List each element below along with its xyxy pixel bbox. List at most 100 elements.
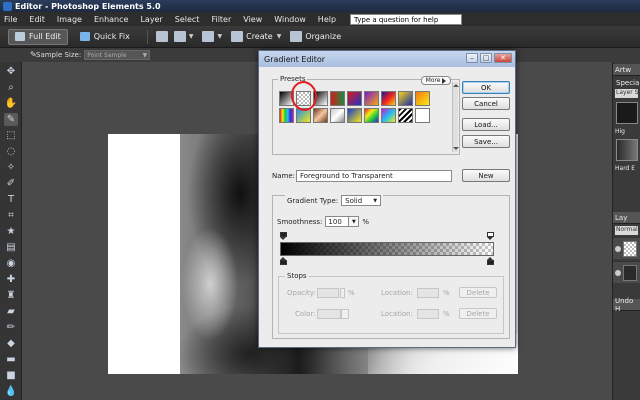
clone-stamp-tool-icon[interactable]: ♜ — [4, 289, 18, 302]
layer-row[interactable] — [613, 261, 640, 283]
organize-bin-icon[interactable] — [202, 31, 215, 42]
chevron-down-icon[interactable]: ▼ — [217, 33, 222, 40]
shape-tool-icon[interactable]: ■ — [4, 369, 18, 382]
layer-thumbnail — [623, 264, 637, 281]
create-button[interactable]: Create — [246, 32, 273, 41]
visibility-eye-icon[interactable] — [615, 245, 621, 252]
red-eye-tool-icon[interactable]: ◉ — [4, 257, 18, 270]
layer-styles-select[interactable]: Layer Styles — [615, 89, 638, 98]
dialog-titlebar[interactable]: Gradient Editor – □ ✕ — [259, 51, 515, 67]
close-icon[interactable]: ✕ — [494, 53, 512, 63]
maximize-icon[interactable]: □ — [480, 53, 492, 63]
zoom-tool-icon[interactable]: ⌕ — [4, 81, 18, 94]
blend-mode-select[interactable]: Normal — [615, 226, 638, 235]
crop-tool-icon[interactable]: ⌗ — [4, 209, 18, 222]
eyedropper-icon: ✎ — [30, 50, 37, 59]
quick-fix-button[interactable]: Quick Fix — [74, 29, 136, 45]
marquee-tool-icon[interactable]: ⬚ — [4, 129, 18, 142]
scroll-up-icon[interactable] — [453, 84, 459, 87]
opacity-stop-left[interactable] — [280, 232, 287, 240]
chevron-down-icon[interactable]: ▼ — [189, 33, 194, 40]
gradient-tool-icon[interactable]: ▬ — [4, 353, 18, 366]
healing-brush-tool-icon[interactable]: ✚ — [4, 273, 18, 286]
preset-swatch[interactable] — [347, 108, 362, 123]
menu-view[interactable]: View — [243, 15, 262, 24]
menu-image[interactable]: Image — [57, 15, 82, 24]
opacity-unit: % — [348, 289, 355, 297]
preset-swatch[interactable] — [398, 91, 413, 106]
full-edit-button[interactable]: Full Edit — [8, 28, 68, 45]
smoothness-unit: % — [362, 217, 370, 226]
preset-swatch[interactable] — [415, 91, 430, 106]
eraser-tool-icon[interactable]: ▰ — [4, 305, 18, 318]
help-search-input[interactable]: Type a question for help — [350, 13, 463, 25]
print-icon[interactable] — [155, 31, 168, 42]
preset-swatch[interactable] — [347, 91, 362, 106]
chevron-down-icon[interactable]: ▼ — [277, 33, 282, 40]
sample-size-select[interactable]: Point Sample ▼ — [84, 50, 151, 60]
app-titlebar: Editor - Photoshop Elements 5.0 — [0, 0, 640, 12]
preset-swatch[interactable] — [364, 91, 379, 106]
preset-swatch[interactable] — [279, 108, 294, 123]
preset-swatch[interactable] — [398, 108, 413, 123]
menu-enhance[interactable]: Enhance — [94, 15, 129, 24]
preset-swatch[interactable] — [415, 108, 430, 123]
straighten-tool-icon[interactable]: ▤ — [4, 241, 18, 254]
cancel-button[interactable]: Cancel — [462, 97, 510, 110]
organize-icon[interactable] — [290, 31, 303, 42]
menu-help[interactable]: Help — [318, 15, 336, 24]
create-icon[interactable] — [231, 31, 244, 42]
visibility-eye-icon[interactable] — [615, 269, 621, 276]
menu-file[interactable]: File — [4, 15, 17, 24]
tool-panel: ✥ ⌕ ✋ ✎ ⬚ ◌ ✧ ✐ T ⌗ ★ ▤ ◉ ✚ ♜ ▰ ✏ ◆ ▬ ■ … — [0, 62, 22, 400]
minimize-icon[interactable]: – — [466, 53, 478, 63]
menu-filter[interactable]: Filter — [211, 15, 231, 24]
load-button[interactable]: Load... — [462, 118, 510, 131]
share-icon[interactable] — [173, 31, 186, 42]
opacity-delete-button: Delete — [459, 287, 497, 298]
preset-swatch[interactable] — [330, 91, 345, 106]
more-button[interactable]: More — [421, 76, 451, 85]
layer-row[interactable] — [613, 237, 640, 259]
paint-bucket-tool-icon[interactable]: ◆ — [4, 337, 18, 350]
presets-scrollbar[interactable] — [452, 82, 459, 152]
scroll-down-icon[interactable] — [453, 147, 459, 150]
new-button[interactable]: New — [462, 169, 510, 182]
hand-tool-icon[interactable]: ✋ — [4, 97, 18, 110]
gradient-name-field[interactable]: Foreground to Transparent — [296, 170, 452, 182]
mode-toolbar: Full Edit Quick Fix ▼ ▼ Create ▼ Organize — [0, 26, 640, 48]
cookie-cutter-tool-icon[interactable]: ★ — [4, 225, 18, 238]
blur-tool-icon[interactable]: 💧 — [4, 385, 18, 398]
menu-select[interactable]: Select — [175, 15, 200, 24]
brush-tool-icon[interactable]: ✏ — [4, 321, 18, 334]
undo-history-tab[interactable]: Undo H — [613, 297, 640, 313]
magic-wand-tool-icon[interactable]: ✧ — [4, 161, 18, 174]
gradient-type-select[interactable]: Solid ▼ — [341, 195, 382, 206]
chevron-down-icon[interactable]: ▼ — [349, 216, 360, 227]
color-stop-right[interactable] — [487, 257, 494, 265]
layers-panel-tab[interactable]: Lay — [613, 212, 640, 224]
selection-brush-tool-icon[interactable]: ✐ — [4, 177, 18, 190]
preset-swatch[interactable] — [313, 108, 328, 123]
menu-layer[interactable]: Layer — [140, 15, 162, 24]
save-button[interactable]: Save... — [462, 135, 510, 148]
ok-button[interactable]: OK — [462, 81, 510, 94]
preset-swatch[interactable] — [330, 108, 345, 123]
menu-edit[interactable]: Edit — [29, 15, 45, 24]
style-thumbnail[interactable] — [616, 102, 638, 124]
move-tool-icon[interactable]: ✥ — [4, 65, 18, 78]
organize-button[interactable]: Organize — [305, 32, 341, 41]
artwork-panel-tab[interactable]: Artw — [613, 64, 640, 76]
preset-swatch[interactable] — [381, 108, 396, 123]
type-tool-icon[interactable]: T — [4, 193, 18, 206]
style-thumbnail[interactable] — [616, 139, 638, 161]
opacity-stop-right[interactable] — [487, 232, 494, 240]
menu-window[interactable]: Window — [274, 15, 306, 24]
lasso-tool-icon[interactable]: ◌ — [4, 145, 18, 158]
preset-swatch[interactable] — [381, 91, 396, 106]
eyedropper-tool-icon[interactable]: ✎ — [4, 113, 18, 126]
color-stop-left[interactable] — [280, 257, 287, 265]
smoothness-input[interactable]: 100 — [325, 216, 350, 227]
preset-swatch[interactable] — [364, 108, 379, 123]
gradient-preview-bar[interactable] — [280, 242, 494, 256]
